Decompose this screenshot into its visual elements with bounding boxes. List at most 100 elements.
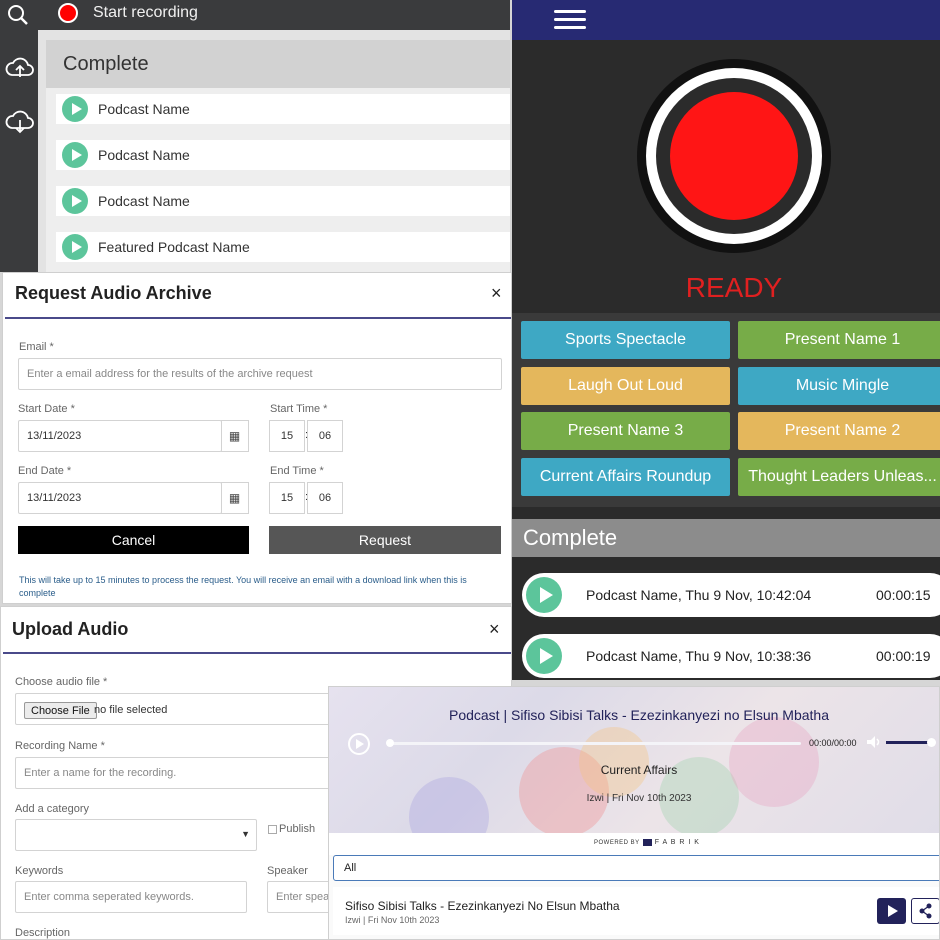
- start-recording-button[interactable]: Start recording: [93, 4, 198, 22]
- start-date-label: Start Date *: [18, 403, 75, 415]
- file-label: Choose audio file *: [15, 676, 108, 688]
- modal-title: Upload Audio: [12, 619, 129, 639]
- recording-name-label: Recording Name *: [15, 740, 105, 752]
- podcast-player: Podcast | Sifiso Sibisi Talks - Ezezinka…: [328, 686, 940, 940]
- cloud-upload-icon[interactable]: [5, 56, 35, 80]
- divider: [5, 317, 511, 319]
- record-button[interactable]: [634, 56, 834, 256]
- list-item-label: Podcast Name: [98, 101, 190, 117]
- episode-play-button[interactable]: [877, 898, 906, 924]
- cloud-download-icon[interactable]: [5, 110, 35, 136]
- episode-meta: Izwi | Fri Nov 10th 2023: [345, 915, 440, 925]
- divider: [3, 652, 511, 654]
- request-button[interactable]: Request: [269, 526, 501, 554]
- tile-button[interactable]: Current Affairs Roundup: [521, 458, 730, 496]
- tile-button[interactable]: Thought Leaders Unleas...: [738, 458, 940, 496]
- email-field[interactable]: Enter a email address for the results of…: [18, 358, 502, 390]
- end-minute-field[interactable]: 06: [307, 482, 343, 514]
- category-label: Add a category: [15, 803, 89, 815]
- list-item[interactable]: Podcast Name: [56, 186, 510, 216]
- volume-slider[interactable]: [886, 741, 932, 744]
- play-icon[interactable]: [526, 638, 562, 674]
- request-archive-modal: Request Audio Archive × Email * Enter a …: [2, 272, 512, 604]
- publish-label: Publish: [279, 823, 316, 835]
- play-icon[interactable]: [62, 142, 88, 168]
- play-icon[interactable]: [62, 234, 88, 260]
- start-minute-field[interactable]: 06: [307, 420, 343, 452]
- play-icon[interactable]: [347, 732, 371, 756]
- end-time-label: End Time *: [270, 465, 324, 477]
- progress-track[interactable]: [389, 742, 801, 745]
- email-label: Email *: [19, 341, 54, 353]
- tile-button[interactable]: Present Name 2: [738, 412, 940, 450]
- recording-name: Podcast Name, Thu 9 Nov, 10:42:04: [586, 587, 812, 603]
- start-hour-field[interactable]: 15: [269, 420, 305, 452]
- volume-icon[interactable]: [866, 735, 882, 749]
- recording-name-field[interactable]: Enter a name for the recording.: [15, 757, 335, 789]
- share-button[interactable]: [911, 898, 939, 924]
- status-label: READY: [685, 272, 783, 303]
- fabrik-logo-icon: [642, 839, 652, 846]
- file-status: no file selected: [94, 704, 168, 716]
- play-icon[interactable]: [62, 188, 88, 214]
- chevron-down-icon: ▼: [241, 829, 250, 839]
- search-icon[interactable]: [7, 4, 29, 26]
- recording-duration: 00:00:19: [876, 648, 931, 664]
- close-icon[interactable]: ×: [491, 283, 502, 304]
- hamburger-menu-icon[interactable]: [552, 6, 588, 34]
- complete-list-title: Complete: [46, 40, 510, 88]
- powered-by: POWERED BY F A B R I K: [594, 839, 700, 846]
- volume-handle[interactable]: [927, 738, 936, 747]
- end-date-label: End Date *: [18, 465, 72, 477]
- progress-handle[interactable]: [386, 739, 394, 747]
- description-label: Description: [15, 927, 71, 939]
- tile-button[interactable]: Sports Spectacle: [521, 321, 730, 359]
- list-item[interactable]: Podcast Name: [56, 140, 510, 170]
- end-date-field[interactable]: 13/11/2023: [18, 482, 222, 514]
- play-icon[interactable]: [62, 96, 88, 122]
- calendar-icon[interactable]: ▦: [221, 420, 249, 452]
- player-title: Podcast | Sifiso Sibisi Talks - Ezezinka…: [448, 707, 829, 723]
- player-time: 00:00/00:00: [809, 738, 857, 748]
- file-field[interactable]: Choose File no file selected: [15, 693, 335, 725]
- player-meta: Izwi | Fri Nov 10th 2023: [586, 793, 692, 804]
- play-icon[interactable]: [526, 577, 562, 613]
- live-record-panel: READY Sports Spectacle Present Name 1 La…: [512, 0, 940, 680]
- tile-button[interactable]: Present Name 3: [521, 412, 730, 450]
- filter-value: All: [344, 862, 357, 874]
- close-icon[interactable]: ×: [489, 619, 500, 640]
- category-filter-select[interactable]: All ▼: [333, 855, 939, 881]
- brand-label: F A B R I K: [654, 839, 700, 846]
- cancel-button[interactable]: Cancel: [18, 526, 249, 554]
- complete-list: Complete Podcast Name Podcast Name Podca…: [46, 40, 510, 272]
- tile-button[interactable]: Laugh Out Loud: [521, 367, 730, 405]
- recording-duration: 00:00:15: [876, 587, 931, 603]
- keywords-field[interactable]: Enter comma seperated keywords.: [15, 881, 247, 913]
- start-time-label: Start Time *: [270, 403, 328, 415]
- tile-button[interactable]: Present Name 1: [738, 321, 940, 359]
- list-item[interactable]: Featured Podcast Name: [56, 232, 510, 262]
- recording-row[interactable]: Podcast Name, Thu 9 Nov, 10:42:04 00:00:…: [522, 573, 940, 617]
- play-icon: [888, 905, 898, 917]
- list-item[interactable]: Podcast Name: [56, 94, 510, 124]
- recorder-panel: Start recording Complete Podcast Name Po…: [0, 0, 510, 272]
- modal-title: Request Audio Archive: [15, 283, 212, 303]
- episode-row[interactable]: Sifiso Sibisi Talks - Ezezinkanyezi No E…: [333, 887, 939, 935]
- keywords-label: Keywords: [15, 865, 64, 877]
- calendar-icon[interactable]: ▦: [221, 482, 249, 514]
- list-item-label: Podcast Name: [98, 193, 190, 209]
- player-category: Current Affairs: [600, 763, 678, 777]
- recording-name: Podcast Name, Thu 9 Nov, 10:38:36: [586, 648, 812, 664]
- processing-note: This will take up to 15 minutes to proce…: [19, 575, 467, 598]
- share-icon: [919, 903, 932, 919]
- tile-button[interactable]: Music Mingle: [738, 367, 940, 405]
- category-select[interactable]: ▼: [15, 819, 257, 851]
- start-date-field[interactable]: 13/11/2023: [18, 420, 222, 452]
- record-indicator-icon[interactable]: [58, 3, 78, 23]
- choose-file-button[interactable]: Choose File: [24, 702, 97, 719]
- end-hour-field[interactable]: 15: [269, 482, 305, 514]
- recording-row[interactable]: Podcast Name, Thu 9 Nov, 10:38:36 00:00:…: [522, 634, 940, 678]
- powered-by-label: POWERED BY: [594, 839, 640, 846]
- publish-checkbox[interactable]: [268, 825, 277, 834]
- speaker-field[interactable]: Enter spea: [267, 881, 335, 913]
